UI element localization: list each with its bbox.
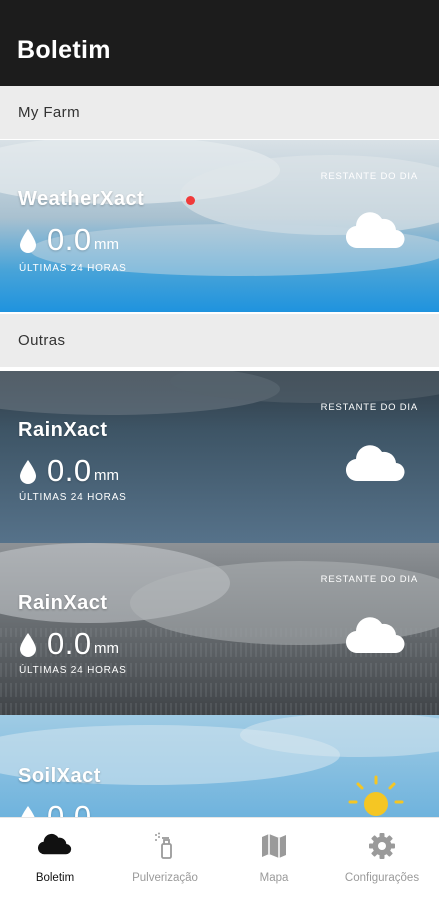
cloud-icon [346,445,405,482]
station-card-soilxact[interactable]: SoilXact 0.0 [0,715,439,817]
status-bar [0,0,439,22]
station-card-rainxact[interactable]: RainXact 0.0 mm ÚLTIMAS 24 HORAS RESTANT… [0,371,439,543]
rainfall-value: 0.0 [47,222,92,257]
rainfall-unit: mm [94,640,119,657]
gear-icon [369,833,395,859]
rainfall-period: ÚLTIMAS 24 HORAS [19,665,127,676]
station-card-rainxact[interactable]: RainXact 0.0 mm ÚLTIMAS 24 HORAS RESTANT… [0,543,439,715]
nav-tab-pulverizacao[interactable]: Pulverização [110,818,220,901]
section-header-outras: Outras [0,314,439,367]
station-name: RainXact [18,592,108,614]
section-title: Outras [18,332,66,349]
station-name: WeatherXact [18,188,145,210]
rainfall-period: ÚLTIMAS 24 HORAS [19,492,127,503]
section-header-my-farm: My Farm [0,86,439,139]
station-card-weatherxact[interactable]: WeatherXact 0.0 mm ÚLTIMAS 24 HORAS REST… [0,140,439,312]
raindrop-icon [21,806,35,817]
raindrop-icon [20,229,36,253]
nav-label: Mapa [259,872,289,884]
cloud-icon [346,212,405,249]
forecast-label: RESTANTE DO DIA [320,171,418,182]
nav-label: Pulverização [132,872,198,884]
forecast-label: RESTANTE DO DIA [320,402,418,413]
station-name: SoilXact [18,765,101,787]
rainfall-value: 0.0 [47,626,92,661]
rainfall-unit: mm [94,467,119,484]
app-bar: Boletim [0,22,439,86]
bottom-navigation: Boletim Pulverização Mapa Configurações [0,817,439,901]
cloud-icon [37,833,72,855]
cloud-icon [346,617,405,654]
rainfall-value: 0.0 [47,799,92,817]
station-name: RainXact [18,419,108,441]
page-title: Boletim [17,36,111,64]
alert-dot [186,196,195,205]
section-title: My Farm [18,104,80,121]
map-icon [262,834,286,858]
nav-tab-mapa[interactable]: Mapa [219,818,329,901]
raindrop-icon [20,460,36,484]
nav-label: Configurações [344,872,420,884]
nav-tab-boletim[interactable]: Boletim [0,818,110,901]
forecast-label: RESTANTE DO DIA [320,574,418,585]
rainfall-period: ÚLTIMAS 24 HORAS [19,263,127,274]
nav-tab-configuracoes[interactable]: Configurações [327,818,437,901]
rainfall-unit: mm [94,236,119,253]
nav-label: Boletim [35,872,75,884]
sun-icon [348,775,404,816]
rainfall-value: 0.0 [47,453,92,488]
raindrop-icon [20,633,36,657]
sprayer-icon [155,832,172,859]
